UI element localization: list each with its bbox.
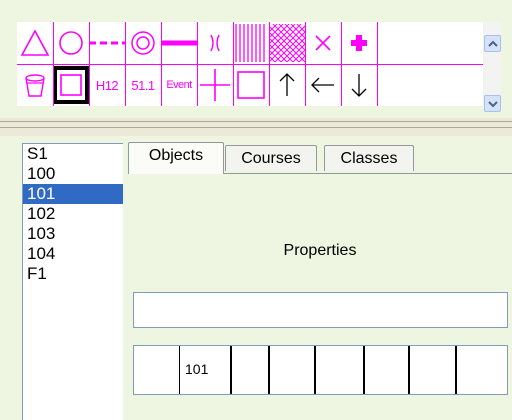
square-icon[interactable] [53, 66, 89, 104]
splitter-line [0, 127, 512, 128]
grid-cell-value: 101 [185, 361, 209, 377]
circle-icon[interactable] [53, 24, 89, 62]
grid-cell[interactable] [457, 346, 507, 394]
bracket-crossing-icon[interactable] [197, 24, 233, 62]
palette-divider-v [269, 22, 270, 106]
palette-divider-v [377, 22, 378, 106]
label-event[interactable]: Event [161, 66, 197, 104]
course-list[interactable]: S1 100 101 102 103 104 F1 [22, 143, 123, 420]
palette-divider-v [53, 22, 54, 106]
list-item[interactable]: S1 [23, 144, 123, 164]
grid-cell[interactable] [134, 346, 180, 394]
scroll-up-button[interactable] [484, 35, 501, 52]
tab-courses[interactable]: Courses [225, 145, 317, 171]
grid-cell[interactable] [270, 346, 316, 394]
scroll-down-button[interactable] [484, 95, 501, 112]
palette-divider-v [341, 22, 342, 106]
list-item[interactable]: 100 [23, 164, 123, 184]
double-circle-icon[interactable] [125, 24, 161, 62]
vertical-hatch-icon[interactable] [233, 24, 269, 62]
list-item[interactable]: F1 [23, 264, 123, 284]
list-item-selected[interactable]: 101 [23, 184, 123, 204]
symbol-palette: H12 51.1 Event [17, 22, 483, 106]
grid-cell[interactable]: 101 [180, 346, 232, 394]
grid-cell[interactable] [365, 346, 410, 394]
palette-divider-h [17, 64, 483, 65]
plus-filled-icon[interactable] [341, 24, 377, 62]
palette-scrollbar[interactable] [484, 22, 501, 112]
splitter-bar[interactable] [0, 118, 512, 136]
tab-control: Objects Courses Classes Properties 101 [128, 140, 512, 419]
crosshatch-icon[interactable] [269, 24, 305, 62]
tab-objects[interactable]: Objects [128, 142, 224, 174]
palette-divider-v [233, 22, 234, 106]
list-item[interactable]: 103 [23, 224, 123, 244]
grid-cell[interactable] [232, 346, 270, 394]
dashed-line-icon[interactable] [89, 24, 125, 62]
triangle-icon[interactable] [17, 24, 53, 62]
list-item[interactable]: 104 [23, 244, 123, 264]
plus-thin-icon[interactable] [197, 66, 233, 104]
grid-cell[interactable] [410, 346, 457, 394]
palette-divider-v [125, 22, 126, 106]
property-input[interactable] [133, 292, 508, 328]
property-grid[interactable]: 101 [133, 345, 508, 395]
palette-divider-v [89, 22, 90, 106]
palette-divider-v [305, 22, 306, 106]
label-51-1[interactable]: 51.1 [125, 66, 161, 104]
grid-cell[interactable] [316, 346, 365, 394]
tab-classes[interactable]: Classes [324, 145, 414, 171]
objects-tab-panel: Properties 101 [128, 173, 512, 419]
label-h12[interactable]: H12 [89, 66, 125, 104]
x-mark-icon[interactable] [305, 24, 341, 62]
arrow-up-icon[interactable] [269, 66, 305, 104]
arrow-left-icon[interactable] [305, 66, 341, 104]
chevron-up-icon [487, 40, 498, 47]
chevron-down-icon [487, 100, 498, 107]
palette-divider-v [197, 22, 198, 106]
list-item[interactable]: 102 [23, 204, 123, 224]
properties-label: Properties [283, 242, 357, 259]
square-outline-icon[interactable] [233, 66, 269, 104]
cup-icon[interactable] [17, 66, 53, 104]
palette-divider-v [161, 22, 162, 106]
splitter-line [0, 121, 512, 122]
arrow-down-icon[interactable] [341, 66, 377, 104]
thick-line-icon[interactable] [161, 24, 197, 62]
